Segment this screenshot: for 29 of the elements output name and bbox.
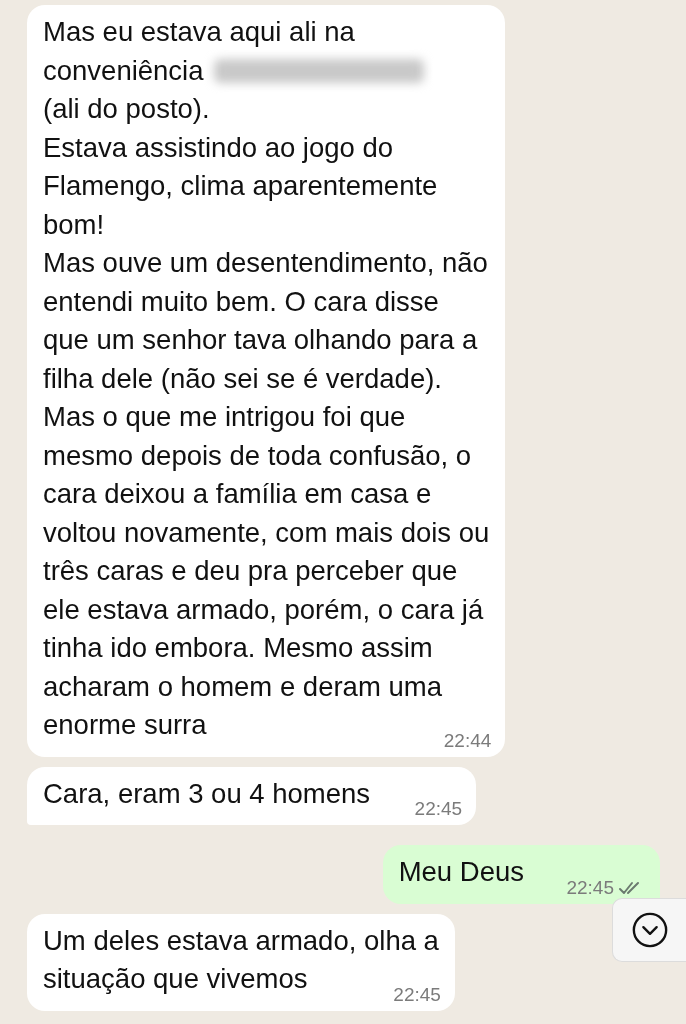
- message-text: Mas eu estava aqui ali na: [43, 15, 355, 49]
- message-text: bom!: [43, 207, 105, 242]
- message-time: 22:44: [443, 728, 492, 753]
- message-text: acharam o homem e deram uma: [43, 669, 442, 704]
- message-text: cara deixou a família em casa e: [43, 477, 432, 511]
- message-text: Um deles estava armado, olha a: [43, 923, 439, 958]
- message-text: Meu Deus: [398, 855, 524, 889]
- message-text: Mas o que me intrigou foi que: [43, 400, 406, 434]
- message-time: 22:45: [393, 982, 441, 1007]
- message-text: Flamengo, clima aparentemente: [43, 169, 438, 203]
- message-text: filha dele (não sei se é verdade).: [43, 361, 442, 396]
- message-text: Cara, eram 3 ou 4 homens: [43, 776, 371, 811]
- message-text: situação que vivemos: [43, 962, 308, 996]
- message-time: 22:45: [566, 875, 614, 900]
- message-text: ele estava armado, porém, o cara já: [43, 592, 484, 627]
- message-text: (ali do posto).: [43, 92, 210, 126]
- message-text: enorme surra: [43, 708, 207, 742]
- message-text: três caras e deu pra perceber que: [43, 554, 458, 588]
- message-text: que um senhor tava olhando para a: [43, 323, 478, 357]
- message-text: voltou novamente, com mais dois ou: [43, 515, 490, 550]
- message-text: Estava assistindo ao jogo do: [43, 130, 394, 165]
- message-time: 22:45: [414, 797, 463, 821]
- message-text: Mas ouve um desentendimento, não: [43, 246, 488, 280]
- message-text: tinha ido embora. Mesmo assim: [43, 631, 433, 665]
- message-text: conveniência: [43, 53, 204, 88]
- message-text: mesmo depois de toda confusão, o: [43, 438, 472, 473]
- scroll-down-button[interactable]: [612, 898, 686, 962]
- message-text: entendi muito bem. O cara disse: [43, 284, 439, 319]
- chevron-down-icon: [630, 911, 669, 949]
